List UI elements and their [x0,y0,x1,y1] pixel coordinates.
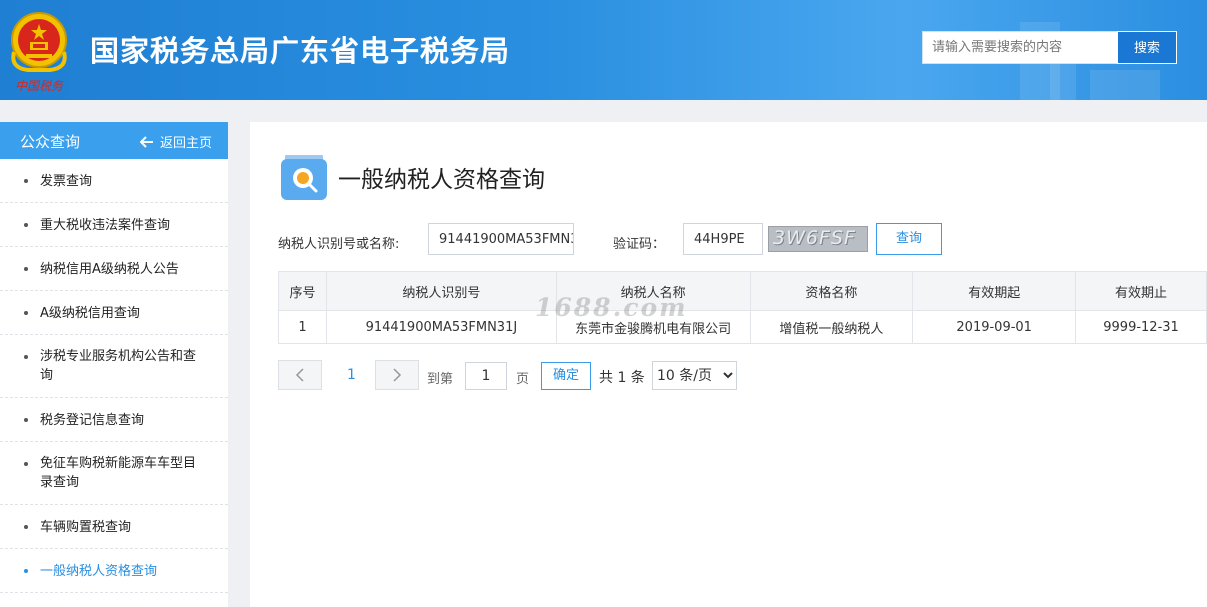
bullet-icon [24,311,28,315]
bullet-icon [24,179,28,183]
query-button[interactable]: 查询 [876,223,942,255]
bullet-icon [24,569,28,573]
result-table: 序号 纳税人识别号 纳税人名称 资格名称 有效期起 有效期止 1 9144190… [278,271,1207,344]
sidebar-item-a-level-credit-query[interactable]: A级纳税信用查询 [0,291,228,335]
total-count: 共 1 条 [599,370,645,386]
table-cell: 增值税一般纳税人 [749,310,914,344]
site-title: 国家税务总局广东省电子税务局 [90,34,511,68]
table-cell: 2019-09-01 [912,310,1077,344]
sidebar-header: 公众查询 返回主页 [0,122,228,159]
bullet-icon [24,525,28,529]
sidebar-item-label: 纳税信用A级纳税人公告 [40,262,179,277]
header-decoration [1090,70,1160,100]
captcha-text: 3W6FSF [773,227,856,249]
column-header: 有效期止 [1075,271,1207,311]
page-unit-label: 页 [516,372,530,387]
goto-confirm-button[interactable]: 确定 [541,362,591,390]
sidebar-item-label: 税务登记信息查询 [40,413,145,428]
sidebar-item-label: 重大税收违法案件查询 [40,218,171,233]
chevron-right-icon [393,368,402,382]
sidebar-item-label: A级纳税信用查询 [40,306,140,321]
table-cell: 91441900MA53FMN31J [325,310,557,344]
page-title: 一般纳税人资格查询 [338,167,545,193]
back-arrow-icon [139,135,153,148]
back-home-label: 返回主页 [159,136,212,151]
column-header: 纳税人名称 [555,271,751,311]
search-button[interactable]: 搜索 [1117,31,1177,64]
column-header: 纳税人识别号 [325,271,557,311]
table-cell: 9999-12-31 [1075,310,1207,344]
page-size-select[interactable]: 10 条/页 [652,361,737,390]
svg-text:中国税务: 中国税务 [15,79,64,93]
sidebar: 公众查询 返回主页 发票查询 重大税收违法案件查询 纳税信用A级纳税人公告 A级… [0,122,228,607]
sidebar-item-label: 一般纳税人资格查询 [40,564,158,579]
search-box: 搜索 [922,31,1177,64]
table-cell: 东莞市金骏腾机电有限公司 [555,310,751,344]
goto-page-input[interactable] [465,362,507,390]
bullet-icon [24,223,28,227]
column-header: 有效期起 [912,271,1077,311]
sidebar-item-tax-registration[interactable]: 税务登记信息查询 [0,398,228,442]
bullet-icon [24,462,28,466]
bullet-icon [24,355,28,359]
table-header-row: 序号 纳税人识别号 纳税人名称 资格名称 有效期起 有效期止 [278,271,1207,311]
taxpayer-label: 纳税人识别号或名称: [278,237,400,252]
sidebar-item-a-level-announcement[interactable]: 纳税信用A级纳税人公告 [0,247,228,291]
captcha-input[interactable] [683,223,763,255]
table-row: 1 91441900MA53FMN31J 东莞市金骏腾机电有限公司 增值税一般纳… [278,310,1207,344]
sidebar-item-invoice-query[interactable]: 发票查询 [0,159,228,203]
sidebar-item-tax-service-agencies[interactable]: 涉税专业服务机构公告和查询 [0,335,228,398]
taxpayer-id-input[interactable] [428,223,574,255]
next-page-button[interactable] [375,360,419,390]
bullet-icon [24,418,28,422]
page-number[interactable]: 1 [347,367,356,383]
captcha-image[interactable]: 3W6FSF [768,226,868,252]
sidebar-item-label: 发票查询 [40,174,93,189]
sidebar-item-label: 免征车购税新能源车车型目录查询 [40,456,197,490]
search-input[interactable] [923,32,1117,63]
back-home-link[interactable]: 返回主页 [139,132,212,151]
sidebar-item-label: 涉税专业服务机构公告和查询 [40,349,197,383]
site-header: 中国税务 国家税务总局广东省电子税务局 搜索 [0,0,1207,100]
table-cell: 1 [278,310,327,344]
search-document-icon [281,155,327,200]
sidebar-item-major-violation-cases[interactable]: 重大税收违法案件查询 [0,203,228,247]
bullet-icon [24,267,28,271]
chevron-left-icon [295,368,304,382]
goto-label: 到第 [427,372,454,387]
captcha-label: 验证码： [613,237,666,252]
sidebar-item-new-energy-vehicle-catalog[interactable]: 免征车购税新能源车车型目录查询 [0,442,228,505]
column-header: 序号 [278,271,327,311]
main-panel: 一般纳税人资格查询 纳税人识别号或名称: 验证码： 3W6FSF 查询 序号 纳… [250,122,1207,607]
sidebar-title: 公众查询 [20,133,81,151]
tax-emblem-icon: 中国税务 [11,12,67,93]
sidebar-item-general-taxpayer-query[interactable]: 一般纳税人资格查询 [0,549,228,593]
column-header: 资格名称 [749,271,914,311]
sidebar-item-label: 车辆购置税查询 [40,520,132,535]
prev-page-button[interactable] [278,360,322,390]
sidebar-item-vehicle-purchase-tax[interactable]: 车辆购置税查询 [0,505,228,549]
